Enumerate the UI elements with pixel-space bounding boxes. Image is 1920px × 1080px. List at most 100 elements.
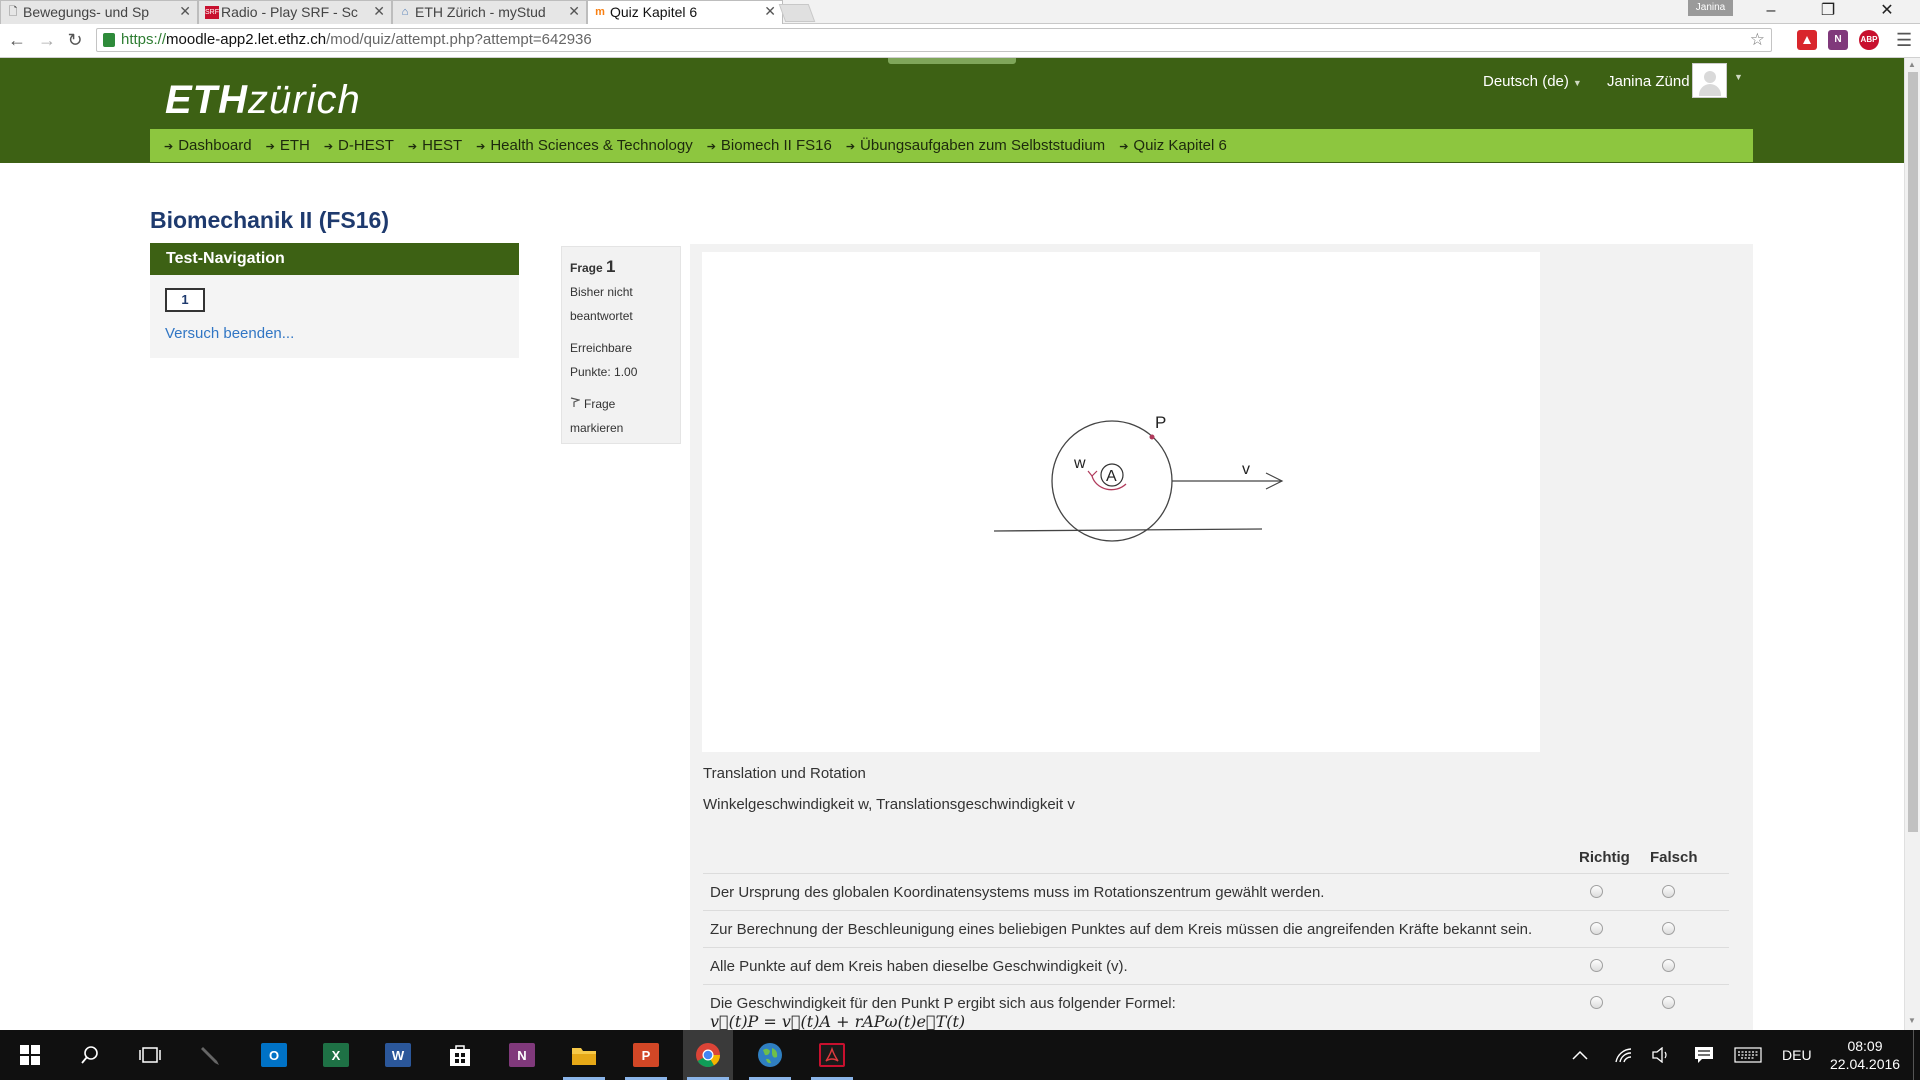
table-row: Der Ursprung des globalen Koordinatensys… bbox=[703, 874, 1729, 911]
question-text-title: Translation und Rotation bbox=[703, 765, 866, 782]
arrow-right-icon: ➔ bbox=[706, 141, 716, 153]
keyboard-icon[interactable] bbox=[1734, 1030, 1762, 1080]
browser-menu-icon[interactable]: ☰ bbox=[1896, 30, 1912, 51]
show-hidden-icons[interactable] bbox=[1572, 1030, 1588, 1080]
table-row: Alle Punkte auf dem Kreis haben dieselbe… bbox=[703, 948, 1729, 985]
header-tab-hint[interactable] bbox=[888, 58, 1016, 64]
true-false-table: Richtig Falsch Der Ursprung des globalen… bbox=[703, 844, 1729, 1030]
scrollbar-thumb[interactable] bbox=[1908, 72, 1918, 832]
extension-red-icon[interactable] bbox=[1797, 30, 1817, 50]
excel-icon[interactable]: X bbox=[311, 1030, 361, 1080]
bookmark-star-icon[interactable]: ☆ bbox=[1750, 29, 1765, 51]
input-language[interactable]: DEU bbox=[1782, 1030, 1812, 1080]
chevron-down-icon: ▼ bbox=[1572, 78, 1582, 88]
search-icon[interactable] bbox=[65, 1030, 115, 1080]
chrome-icon[interactable] bbox=[683, 1030, 733, 1080]
question-points: Erreichbare Punkte: 1.00 bbox=[570, 341, 638, 379]
close-tab-icon[interactable]: ✕ bbox=[373, 3, 385, 20]
close-tab-icon[interactable]: ✕ bbox=[179, 3, 191, 20]
question-state: Bisher nicht beantwortet bbox=[570, 285, 633, 323]
arrow-right-icon: ➔ bbox=[323, 141, 334, 153]
radio-false[interactable] bbox=[1662, 959, 1675, 972]
breadcrumb-item-section[interactable]: ➔ Übungsaufgaben zum Selbststudium bbox=[846, 137, 1105, 154]
url-path: /mod/quiz/attempt.php?attempt=642936 bbox=[326, 31, 592, 48]
tab-title: Quiz Kapitel 6 bbox=[610, 4, 698, 20]
radio-false[interactable] bbox=[1662, 996, 1675, 1009]
breadcrumb-item-course[interactable]: ➔ Biomech II FS16 bbox=[707, 137, 832, 154]
velocity-formula: v⃗(t)P = v⃗(t)A + rAPω(t)e⃗T(t) bbox=[710, 1012, 966, 1030]
acrobat-icon[interactable] bbox=[807, 1030, 857, 1080]
minimize-icon[interactable]: – bbox=[1756, 0, 1786, 22]
arrow-right-icon: ➔ bbox=[407, 141, 418, 153]
back-icon[interactable]: ← bbox=[6, 30, 28, 51]
arrow-right-icon: ➔ bbox=[265, 141, 275, 153]
close-tab-icon[interactable]: ✕ bbox=[764, 3, 776, 20]
arrow-right-icon: ➔ bbox=[476, 141, 486, 153]
finish-attempt-link[interactable]: Versuch beenden... bbox=[165, 325, 294, 342]
task-view-icon[interactable] bbox=[125, 1030, 175, 1080]
word-icon[interactable]: W bbox=[373, 1030, 423, 1080]
restore-icon[interactable]: ❐ bbox=[1813, 0, 1843, 22]
outlook-icon[interactable]: O bbox=[249, 1030, 299, 1080]
radio-true[interactable] bbox=[1590, 959, 1603, 972]
close-window-icon[interactable]: ✕ bbox=[1872, 0, 1902, 22]
radio-true[interactable] bbox=[1590, 922, 1603, 935]
system-clock[interactable]: 08:09 22.04.2016 bbox=[1830, 1037, 1900, 1073]
powerpoint-icon[interactable]: P bbox=[621, 1030, 671, 1080]
question-nav-button-1[interactable]: 1 bbox=[165, 288, 205, 312]
breadcrumb-item-health-sciences[interactable]: ➔ Health Sciences & Technology bbox=[476, 137, 693, 154]
explorer-icon[interactable] bbox=[559, 1030, 609, 1080]
radio-true[interactable] bbox=[1590, 996, 1603, 1009]
url-scheme: https:// bbox=[121, 31, 167, 48]
url-host: moodle-app2.let.ethz.ch bbox=[166, 31, 327, 48]
volume-icon[interactable] bbox=[1652, 1030, 1670, 1080]
flag-question-toggle[interactable]: Frage markieren bbox=[570, 392, 672, 440]
browser-tab-strip: 🗋 Bewegungs- und Sp ✕ SRF Radio - Play S… bbox=[0, 0, 1920, 24]
wifi-icon[interactable] bbox=[1614, 1030, 1632, 1080]
start-icon[interactable] bbox=[5, 1030, 55, 1080]
reload-icon[interactable]: ↻ bbox=[64, 30, 86, 51]
forward-icon[interactable]: → bbox=[36, 30, 58, 51]
browser-tab-radio-srf[interactable]: SRF Radio - Play SRF - Sc ✕ bbox=[198, 0, 392, 24]
tab-title: ETH Zürich - myStud bbox=[415, 4, 546, 20]
store-icon[interactable] bbox=[435, 1030, 485, 1080]
profile-badge[interactable]: Janina bbox=[1688, 0, 1733, 16]
srf-icon: SRF bbox=[205, 6, 219, 19]
language-menu[interactable]: Deutsch (de) ▼ bbox=[1483, 73, 1582, 90]
quiz-navigation-heading: Test-Navigation bbox=[150, 243, 519, 275]
avatar[interactable] bbox=[1692, 63, 1727, 98]
breadcrumb-item-quiz[interactable]: ➔ Quiz Kapitel 6 bbox=[1119, 137, 1227, 154]
statement-text: Der Ursprung des globalen Koordinatensys… bbox=[710, 884, 1325, 901]
statement-text: Alle Punkte auf dem Kreis haben dieselbe… bbox=[710, 958, 1128, 975]
page-scrollbar[interactable]: ▲ ▼ bbox=[1904, 58, 1920, 1030]
quiz-navigation-block: Test-Navigation 1 Versuch beenden... bbox=[150, 243, 519, 358]
breadcrumb-item-dashboard[interactable]: ➔ Dashboard bbox=[164, 137, 252, 154]
eth-logo[interactable]: ETHzürich bbox=[165, 78, 361, 123]
onenote-icon[interactable]: N bbox=[497, 1030, 547, 1080]
breadcrumb-item-d-hest[interactable]: ➔ D-HEST bbox=[324, 137, 394, 154]
arrow-right-icon: ➔ bbox=[164, 141, 174, 153]
table-row: Zur Berechnung der Beschleunigung eines … bbox=[703, 911, 1729, 948]
radio-false[interactable] bbox=[1662, 885, 1675, 898]
label-a: A bbox=[1106, 468, 1117, 485]
new-tab-button[interactable] bbox=[778, 4, 816, 22]
tab-title: Radio - Play SRF - Sc bbox=[221, 4, 358, 20]
user-name[interactable]: Janina Zünd bbox=[1607, 73, 1690, 90]
url-field[interactable]: https://moodle-app2.let.ethz.ch/mod/quiz… bbox=[96, 28, 1772, 52]
breadcrumb-item-hest[interactable]: ➔ HEST bbox=[408, 137, 462, 154]
pen-icon[interactable] bbox=[186, 1030, 236, 1080]
adblock-plus-icon[interactable]: ABP bbox=[1859, 30, 1879, 50]
browser-tab-quiz[interactable]: m Quiz Kapitel 6 ✕ bbox=[587, 0, 783, 24]
browser-tab-bewegungs[interactable]: 🗋 Bewegungs- und Sp ✕ bbox=[0, 0, 198, 24]
chevron-down-icon[interactable]: ▼ bbox=[1734, 72, 1743, 82]
show-desktop-button[interactable] bbox=[1913, 1030, 1920, 1080]
browser-tab-eth-mystudies[interactable]: ⌂ ETH Zürich - myStud ✕ bbox=[392, 0, 587, 24]
radio-true[interactable] bbox=[1590, 885, 1603, 898]
notifications-icon[interactable] bbox=[1694, 1030, 1714, 1080]
close-tab-icon[interactable]: ✕ bbox=[568, 3, 580, 20]
breadcrumb-item-eth[interactable]: ➔ ETH bbox=[266, 137, 310, 154]
globe-icon[interactable] bbox=[745, 1030, 795, 1080]
question-text-legend: Winkelgeschwindigkeit w, Translationsges… bbox=[703, 796, 1075, 813]
onenote-clipper-icon[interactable]: N bbox=[1828, 30, 1848, 50]
radio-false[interactable] bbox=[1662, 922, 1675, 935]
